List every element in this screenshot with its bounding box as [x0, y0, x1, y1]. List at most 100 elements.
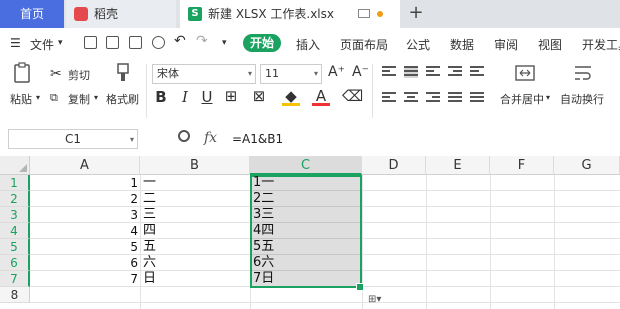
font-name-select[interactable]: 宋体 ▾: [152, 64, 256, 84]
name-box[interactable]: C1 ▾: [8, 129, 138, 149]
justify-icon[interactable]: [448, 92, 462, 104]
tab-daoke[interactable]: 稻壳: [66, 0, 176, 28]
new-tab-button[interactable]: +: [404, 0, 428, 28]
align-top-icon[interactable]: [382, 66, 396, 78]
decrease-indent-icon[interactable]: [448, 66, 462, 78]
increase-indent-icon[interactable]: [470, 66, 484, 78]
search-icon[interactable]: [178, 130, 190, 142]
copy-button[interactable]: 复制: [68, 91, 90, 107]
tab-home[interactable]: 首页: [0, 0, 64, 28]
italic-icon[interactable]: I: [176, 88, 194, 106]
menu-insert[interactable]: 插入: [296, 36, 320, 53]
column-header-b[interactable]: B: [140, 156, 250, 175]
row-header-6[interactable]: 6: [0, 255, 30, 271]
hamburger-icon[interactable]: ☰: [10, 36, 21, 50]
decrease-font-icon[interactable]: A⁻: [352, 64, 369, 80]
format-painter-label[interactable]: 格式刷: [106, 91, 139, 107]
column-header-e[interactable]: E: [426, 156, 490, 175]
cell-a3[interactable]: 3: [30, 207, 138, 223]
cell-b4[interactable]: 四: [143, 223, 156, 239]
monitor-icon[interactable]: [358, 9, 370, 18]
cell-a7[interactable]: 7: [30, 271, 138, 287]
paste-label[interactable]: 粘贴: [10, 91, 32, 107]
cell-b5[interactable]: 五: [143, 239, 156, 255]
column-header-c[interactable]: C: [250, 156, 362, 175]
cell-b2[interactable]: 二: [143, 191, 156, 207]
column-header-d[interactable]: D: [362, 156, 426, 175]
row-header-1[interactable]: 1: [0, 175, 30, 191]
tab-spreadsheet[interactable]: S 新建 XLSX 工作表.xlsx: [180, 0, 400, 28]
underline-icon[interactable]: U: [198, 88, 216, 106]
redo-icon[interactable]: ↷: [196, 33, 208, 49]
menu-review[interactable]: 审阅: [494, 36, 518, 53]
row-header-2[interactable]: 2: [0, 191, 30, 207]
menu-developer[interactable]: 开发工具: [582, 36, 620, 53]
menu-page-layout[interactable]: 页面布局: [340, 36, 388, 53]
align-left-icon[interactable]: [382, 92, 396, 104]
row-header-5[interactable]: 5: [0, 239, 30, 255]
border-icon[interactable]: ⊞: [222, 87, 240, 105]
column-header-a[interactable]: A: [30, 156, 140, 175]
column-header-g[interactable]: G: [554, 156, 620, 175]
increase-font-icon[interactable]: A⁺: [328, 64, 345, 80]
menu-formulas[interactable]: 公式: [406, 36, 430, 53]
row-header-7[interactable]: 7: [0, 271, 30, 287]
cell-b7[interactable]: 日: [143, 271, 156, 287]
menu-data[interactable]: 数据: [450, 36, 474, 53]
merge-center-icon[interactable]: [514, 62, 536, 84]
wrap-text-button[interactable]: 自动换行: [560, 91, 604, 107]
print-icon[interactable]: [129, 36, 142, 49]
cell-c5[interactable]: 5五: [251, 239, 363, 255]
save-icon[interactable]: [84, 36, 97, 49]
distributed-icon[interactable]: [470, 92, 484, 104]
scissors-icon[interactable]: ✂: [50, 66, 62, 82]
formula-input[interactable]: =A1&B1: [232, 132, 283, 146]
cell-b6[interactable]: 六: [143, 255, 156, 271]
align-middle-icon[interactable]: [404, 66, 418, 78]
cell-c1[interactable]: 1一: [251, 175, 363, 191]
bold-icon[interactable]: B: [152, 88, 170, 106]
cell-a6[interactable]: 6: [30, 255, 138, 271]
cell-a2[interactable]: 2: [30, 191, 138, 207]
cell-c4[interactable]: 4四: [251, 223, 363, 239]
merge-center-button[interactable]: 合并居中: [500, 91, 544, 107]
cell-a5[interactable]: 5: [30, 239, 138, 255]
row-header-4[interactable]: 4: [0, 223, 30, 239]
cell-b1[interactable]: 一: [143, 175, 156, 191]
font-size-select[interactable]: 11 ▾: [260, 64, 322, 84]
chevron-down-icon[interactable]: ▾: [58, 38, 63, 48]
undo-icon[interactable]: ↶: [174, 33, 186, 49]
align-center-icon[interactable]: [404, 92, 418, 104]
quick-access-more-icon[interactable]: ▾: [222, 38, 227, 48]
font-color-icon[interactable]: A: [312, 87, 330, 106]
fill-handle[interactable]: [356, 283, 364, 291]
wrap-text-icon[interactable]: [572, 62, 594, 84]
cell-style-icon[interactable]: ⊠: [250, 87, 268, 105]
print-preview-icon[interactable]: [152, 36, 165, 49]
insert-function-icon[interactable]: fx: [204, 130, 217, 146]
menu-home-start[interactable]: 开始: [243, 34, 281, 52]
paste-dropdown-icon[interactable]: ▾: [36, 93, 40, 102]
eraser-icon[interactable]: ⌫: [342, 87, 363, 105]
cut-button[interactable]: 剪切: [68, 67, 90, 83]
select-all-corner[interactable]: [0, 156, 30, 175]
copy-icon[interactable]: ⧉: [50, 91, 58, 105]
row-header-3[interactable]: 3: [0, 207, 30, 223]
row-header-8[interactable]: 8: [0, 287, 30, 303]
column-header-f[interactable]: F: [490, 156, 554, 175]
menu-view[interactable]: 视图: [538, 36, 562, 53]
export-pdf-icon[interactable]: [106, 36, 119, 49]
fill-color-icon[interactable]: ◆: [282, 87, 300, 106]
menu-file[interactable]: 文件: [30, 36, 54, 53]
cell-a4[interactable]: 4: [30, 223, 138, 239]
cell-c6[interactable]: 6六: [251, 255, 363, 271]
paste-icon[interactable]: [12, 62, 34, 84]
copy-dropdown-icon[interactable]: ▾: [94, 93, 98, 102]
cell-a1[interactable]: 1: [30, 175, 138, 191]
spreadsheet-grid[interactable]: A B C D E F G 1 2 3 4 5 6 7 8 1 一 1一 2 二…: [0, 156, 620, 309]
auto-fill-options-icon[interactable]: ⊞▾: [368, 294, 390, 306]
format-painter-icon[interactable]: [112, 62, 134, 84]
cell-b3[interactable]: 三: [143, 207, 156, 223]
align-bottom-icon[interactable]: [426, 66, 440, 78]
cell-c3[interactable]: 3三: [251, 207, 363, 223]
